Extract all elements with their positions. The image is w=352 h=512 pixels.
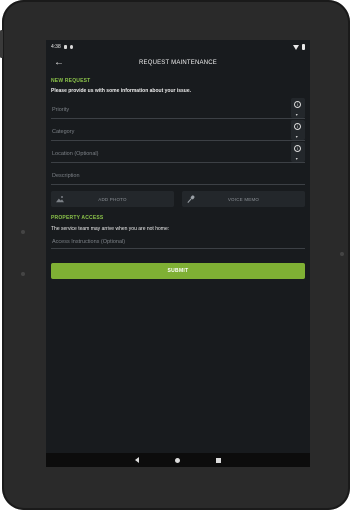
location-placeholder: Location (Optional) xyxy=(52,151,99,157)
new-request-label: NEW REQUEST xyxy=(51,78,91,84)
tablet-frame: 4:38 ← REQUEST MAINTENANCE NEW REQUEST P… xyxy=(0,0,350,510)
category-info-button[interactable]: i ▼ xyxy=(291,120,305,140)
add-photo-label: ADD PHOTO xyxy=(98,196,127,202)
nav-home-icon[interactable] xyxy=(175,457,180,463)
intro-text: Please provide us with some information … xyxy=(51,88,192,94)
wifi-icon xyxy=(293,44,299,50)
status-bar: 4:38 xyxy=(46,40,310,54)
sensor-dot xyxy=(21,272,25,276)
navigation-bar xyxy=(46,453,310,467)
location-info-button[interactable]: i ▼ xyxy=(291,142,305,162)
back-arrow-icon[interactable]: ← xyxy=(52,56,66,70)
status-time: 4:38 xyxy=(51,44,61,50)
page-title: REQUEST MAINTENANCE xyxy=(138,60,218,66)
property-access-label: PROPERTY ACCESS xyxy=(51,215,104,221)
category-field[interactable]: Category i ▼ xyxy=(51,119,305,141)
submit-button[interactable]: SUBMIT xyxy=(51,263,305,279)
request-form: NEW REQUEST Please provide us with some … xyxy=(46,78,310,279)
battery-icon xyxy=(302,44,305,50)
notification-icon xyxy=(69,45,73,49)
chevron-down-icon: ▼ xyxy=(295,113,299,117)
voice-memo-button[interactable]: VOICE MEMO xyxy=(182,191,305,207)
app-bar: ← REQUEST MAINTENANCE xyxy=(46,54,310,72)
priority-field[interactable]: Priority i ▼ xyxy=(51,97,305,119)
screen: 4:38 ← REQUEST MAINTENANCE NEW REQUEST P… xyxy=(46,40,310,467)
chevron-down-icon: ▼ xyxy=(295,135,299,139)
chevron-down-icon: ▼ xyxy=(295,157,299,161)
power-button xyxy=(0,30,3,58)
microphone-icon xyxy=(187,195,195,203)
media-row: ADD PHOTO VOICE MEMO xyxy=(51,191,305,207)
front-camera xyxy=(340,252,344,256)
notification-icon xyxy=(63,45,67,49)
nav-recents-icon[interactable] xyxy=(216,457,221,463)
priority-info-button[interactable]: i ▼ xyxy=(291,98,305,118)
add-photo-button[interactable]: ADD PHOTO xyxy=(51,191,174,207)
priority-placeholder: Priority xyxy=(52,107,70,113)
info-icon: i xyxy=(294,123,301,130)
description-placeholder: Description xyxy=(52,173,80,179)
category-placeholder: Category xyxy=(52,129,75,135)
nav-back-icon[interactable] xyxy=(135,457,139,463)
location-field[interactable]: Location (Optional) i ▼ xyxy=(51,141,305,163)
info-icon: i xyxy=(294,101,301,108)
access-instructions-field[interactable]: Access Instructions (Optional) xyxy=(51,232,305,249)
description-field[interactable]: Description xyxy=(51,163,305,185)
sensor-dot xyxy=(21,230,25,234)
photo-icon xyxy=(56,196,64,203)
voice-memo-label: VOICE MEMO xyxy=(227,196,260,202)
access-instructions-placeholder: Access Instructions (Optional) xyxy=(52,239,126,245)
info-icon: i xyxy=(294,145,301,152)
